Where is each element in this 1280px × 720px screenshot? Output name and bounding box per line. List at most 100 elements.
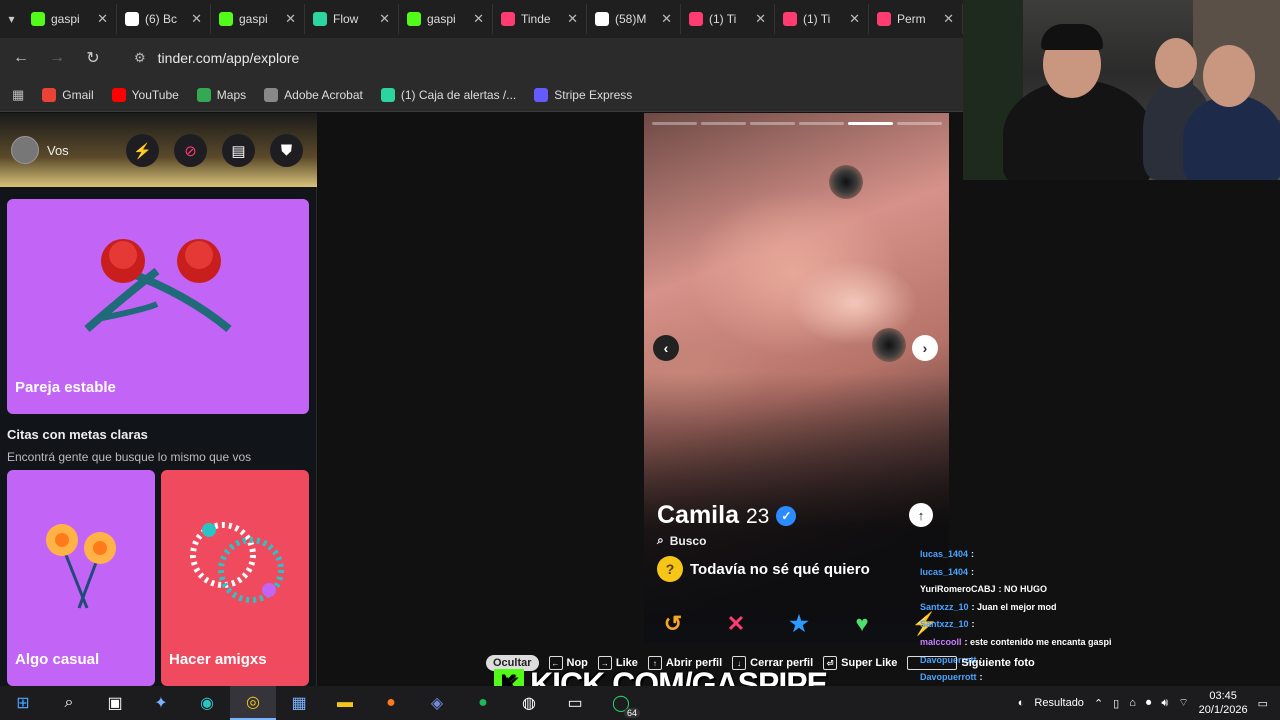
url-text: tinder.com/app/explore: [157, 50, 300, 66]
chat-message: Santxzz_10:: [920, 616, 1160, 634]
forward-button[interactable]: →: [44, 45, 70, 71]
close-icon[interactable]: ✕: [97, 11, 108, 27]
photo-progress-segment[interactable]: [652, 122, 697, 125]
photo-progress-segment[interactable]: [848, 122, 893, 125]
url-field[interactable]: ⚙ tinder.com/app/explore: [126, 43, 963, 73]
browser-tab[interactable]: gaspi ✕: [23, 4, 117, 34]
bookmark-item[interactable]: Stripe Express: [534, 87, 632, 102]
wifi-icon[interactable]: ⌔: [1178, 696, 1188, 710]
close-icon[interactable]: ✕: [567, 11, 578, 27]
explore-icon[interactable]: ⊘: [174, 134, 207, 167]
tinder-icon: [877, 12, 891, 26]
browser-tab[interactable]: gaspi ✕: [211, 4, 305, 34]
like-button[interactable]: ♥: [843, 607, 881, 641]
chat-text: : Juan el mejor mod: [971, 601, 1057, 612]
search-icon[interactable]: ⌕: [46, 686, 92, 720]
discord-icon[interactable]: ◈: [414, 686, 460, 720]
avatar[interactable]: [11, 136, 39, 164]
network-icon[interactable]: ⌂: [1129, 697, 1136, 709]
folder-icon[interactable]: ▬: [322, 686, 368, 720]
chat-username[interactable]: YuriRomeroCABJ: [920, 584, 996, 594]
spotify-icon[interactable]: ●: [460, 686, 506, 720]
photo-progress-segment[interactable]: [799, 122, 844, 125]
browser-tab[interactable]: Tinde ✕: [493, 4, 587, 34]
chat-username[interactable]: lucas_1404: [920, 549, 968, 559]
tab-label: (6) Bc: [145, 12, 178, 26]
close-icon[interactable]: ✕: [285, 11, 296, 27]
profile-label[interactable]: Vos: [47, 143, 69, 158]
boost-icon[interactable]: ⚡: [126, 134, 159, 167]
site-info-icon[interactable]: ⚙: [134, 50, 146, 66]
photo-progress-segment[interactable]: [750, 122, 795, 125]
bookmark-label: Adobe Acrobat: [284, 87, 363, 102]
close-icon[interactable]: ✕: [943, 11, 954, 27]
close-icon[interactable]: ✕: [661, 11, 672, 27]
close-icon[interactable]: ✕: [379, 11, 390, 27]
obs-icon[interactable]: ◍: [506, 686, 552, 720]
browser-tab[interactable]: (1) Ti ✕: [775, 4, 869, 34]
edge-icon[interactable]: ◉: [184, 686, 230, 720]
briefcase-icon[interactable]: ▤: [222, 134, 255, 167]
busco-text: Busco: [669, 533, 707, 548]
super-like-button[interactable]: ★: [780, 607, 818, 641]
battery-icon[interactable]: ▯: [1113, 697, 1119, 710]
bookmark-item[interactable]: YouTube: [111, 87, 179, 102]
clock[interactable]: 03:45 20/1/2026: [1199, 689, 1248, 717]
task-view-icon[interactable]: ▣: [92, 686, 138, 720]
browser-tab[interactable]: Flow ✕: [305, 4, 399, 34]
open-profile-button[interactable]: ↑: [909, 503, 933, 527]
looking-for-label: ⌕ Busco: [657, 533, 706, 548]
bookmark-label: (1) Caja de alertas /...: [400, 87, 517, 102]
card-pareja-estable[interactable]: Pareja estable: [7, 199, 309, 414]
chat-username[interactable]: lucas_1404: [920, 567, 968, 577]
mic-icon[interactable]: ⏺: [1146, 697, 1152, 710]
weather-icon[interactable]: ◐: [1018, 697, 1025, 709]
close-icon[interactable]: ✕: [849, 11, 860, 27]
notifications-icon[interactable]: ▭: [1258, 697, 1268, 710]
whatsapp-icon[interactable]: ◯ 64: [598, 686, 644, 720]
bookmark-item[interactable]: Maps: [196, 87, 246, 102]
resultado-label[interactable]: Resultado: [1034, 697, 1084, 709]
volume-icon[interactable]: 🔊︎: [1161, 697, 1168, 710]
prev-photo-button[interactable]: ‹: [653, 335, 679, 361]
chat-username[interactable]: Santxzz_10: [920, 602, 969, 612]
shield-icon[interactable]: ⛊: [270, 134, 303, 167]
browser-tab[interactable]: (6) Bc ✕: [117, 4, 211, 34]
close-icon[interactable]: ✕: [755, 11, 766, 27]
bookmark-item[interactable]: Adobe Acrobat: [264, 87, 363, 102]
windows-start-icon[interactable]: ⊞: [0, 686, 46, 720]
photo-progress-segment[interactable]: [897, 122, 942, 125]
profile-age: 23: [745, 505, 770, 528]
copilot-icon[interactable]: ✦: [138, 686, 184, 720]
close-icon[interactable]: ✕: [473, 11, 484, 27]
bookmark-item[interactable]: Gmail: [42, 87, 94, 102]
chat-username[interactable]: Santxzz_10: [920, 619, 969, 629]
store-icon[interactable]: ▦: [276, 686, 322, 720]
profile-card[interactable]: ‹ › Camila 23 ✓ ↑ ⌕ Busco ? Todavía no s…: [644, 113, 949, 643]
chrome-icon[interactable]: ◎: [230, 686, 276, 720]
chat-username[interactable]: malccooll: [920, 637, 962, 647]
back-button[interactable]: ←: [8, 45, 34, 71]
tab-label: gaspi: [239, 12, 268, 26]
card-algo-casual[interactable]: Algo casual: [7, 470, 155, 686]
reload-button[interactable]: ↻: [80, 45, 106, 71]
apps-grid-icon[interactable]: ▦: [12, 87, 24, 103]
browser-tab[interactable]: (1) Ti ✕: [681, 4, 775, 34]
app-icon[interactable]: ▭: [552, 686, 598, 720]
close-icon[interactable]: ✕: [191, 11, 202, 27]
chevron-up-icon[interactable]: ⌃: [1094, 697, 1103, 710]
tab-label: gaspi: [427, 12, 456, 26]
browser-tab[interactable]: (58)M ✕: [587, 4, 681, 34]
browser-tab[interactable]: Perm ✕: [869, 4, 963, 34]
firefox-icon[interactable]: ●: [368, 686, 414, 720]
nope-button[interactable]: ✕: [717, 607, 755, 641]
browser-tab[interactable]: gaspi ✕: [399, 4, 493, 34]
section-title: Citas con metas claras: [7, 427, 148, 442]
rewind-button[interactable]: ↺: [654, 607, 692, 641]
kick-icon: [407, 12, 421, 26]
tab-search-button[interactable]: ▾: [0, 0, 23, 38]
next-photo-button[interactable]: ›: [912, 335, 938, 361]
card-hacer-amigos[interactable]: Hacer amigxs: [161, 470, 309, 686]
bookmark-item[interactable]: (1) Caja de alertas /...: [380, 87, 517, 102]
photo-progress-segment[interactable]: [701, 122, 746, 125]
